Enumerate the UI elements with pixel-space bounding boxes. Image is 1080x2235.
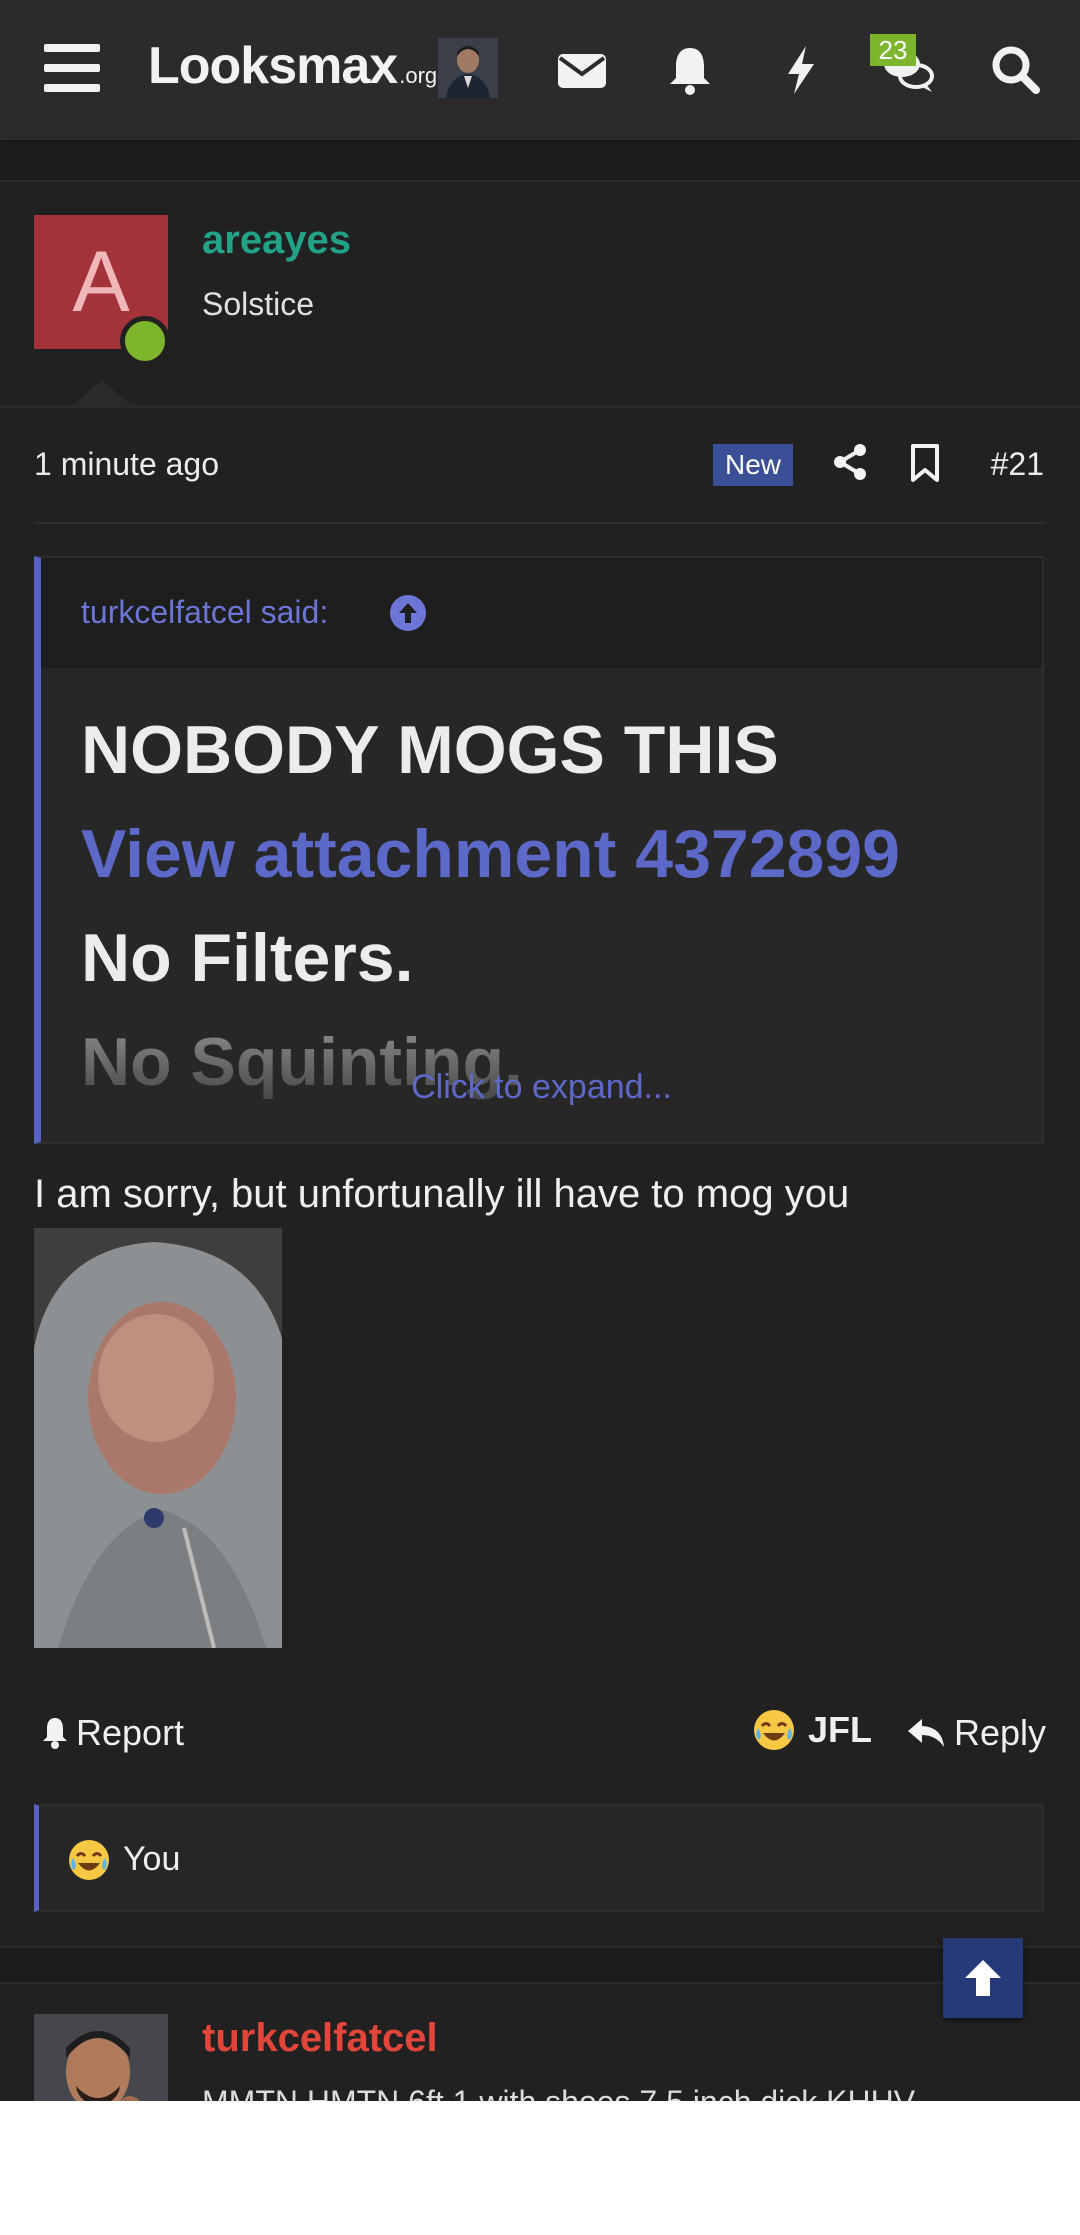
top-nav-bar: Looksmax .org 23: [0, 0, 1080, 140]
menu-icon[interactable]: [44, 44, 100, 94]
quote-block: turkcelfatcel said: NOBODY MOGS THIS Vie…: [34, 556, 1044, 1144]
report-label: Report: [76, 1712, 185, 1753]
quote-header: turkcelfatcel said:: [41, 558, 1042, 668]
divider: [34, 522, 1046, 524]
bookmark-icon[interactable]: [908, 442, 942, 484]
divider: [0, 405, 1080, 408]
post-body-text: I am sorry, but unfortunally ill have to…: [34, 1172, 850, 1216]
reply-label: Reply: [953, 1712, 1046, 1753]
user-avatar-thumb[interactable]: [438, 38, 498, 98]
arrow-up-circle-icon[interactable]: [389, 594, 427, 632]
site-logo[interactable]: Looksmax .org: [148, 36, 437, 106]
quote-line: No Filters.: [81, 920, 414, 996]
post-divider: [0, 1946, 1080, 1984]
post-timestamp[interactable]: 1 minute ago: [34, 446, 219, 483]
arrow-up-icon: [965, 1960, 1001, 1996]
new-post-badge: New: [713, 444, 794, 486]
reply-arrow-icon: [907, 1719, 944, 1747]
crying-laughing-emoji-icon: [754, 1710, 794, 1750]
scroll-to-top-button[interactable]: [943, 1938, 1023, 2018]
attached-photo[interactable]: [34, 1228, 282, 1648]
online-status-indicator: [120, 316, 170, 366]
click-to-expand-link[interactable]: Click to expand...: [41, 1068, 1042, 1107]
reaction-button[interactable]: JFL: [752, 1708, 872, 1752]
bolt-icon[interactable]: [770, 40, 830, 100]
logo-tld-text: .org: [399, 63, 438, 88]
reaction-label: JFL: [808, 1709, 873, 1750]
quote-body: NOBODY MOGS THIS View attachment 4372899…: [81, 698, 1021, 1114]
envelope-icon[interactable]: [552, 40, 612, 100]
report-button[interactable]: Report: [40, 1712, 184, 1754]
reactions-by-text[interactable]: You: [123, 1840, 180, 1879]
divider: [0, 180, 1080, 182]
bell-icon[interactable]: [660, 40, 720, 100]
header-gap: [0, 142, 1080, 180]
bell-icon: [43, 1718, 67, 1749]
next-post-author-avatar[interactable]: [34, 2014, 168, 2101]
post-author-title: Solstice: [202, 286, 315, 322]
messages-count-badge: 23: [870, 34, 916, 66]
search-icon[interactable]: [986, 40, 1046, 100]
post-number-link[interactable]: #21: [991, 446, 1044, 483]
quote-line: NOBODY MOGS THIS: [81, 712, 779, 788]
reply-button[interactable]: Reply: [906, 1712, 1046, 1754]
attachment-link[interactable]: View attachment 4372899: [81, 802, 1021, 906]
author-pointer: [72, 380, 132, 406]
page-viewport: Looksmax .org 23 A areayes Solstice 1 mi…: [0, 0, 1080, 2101]
crying-laughing-emoji-icon: [69, 1840, 109, 1880]
logo-main-text: Looksmax: [148, 37, 398, 95]
post-author-username[interactable]: areayes: [202, 218, 351, 263]
quote-author-link[interactable]: turkcelfatcel said:: [81, 594, 328, 631]
next-post-author-username[interactable]: turkcelfatcel: [202, 2016, 438, 2061]
reactions-bar[interactable]: You: [34, 1804, 1044, 1912]
share-icon[interactable]: [830, 442, 870, 482]
next-post-author-title: MMTN HMTN 6ft 1 with shoes 7.5 inch dick…: [202, 2084, 915, 2101]
